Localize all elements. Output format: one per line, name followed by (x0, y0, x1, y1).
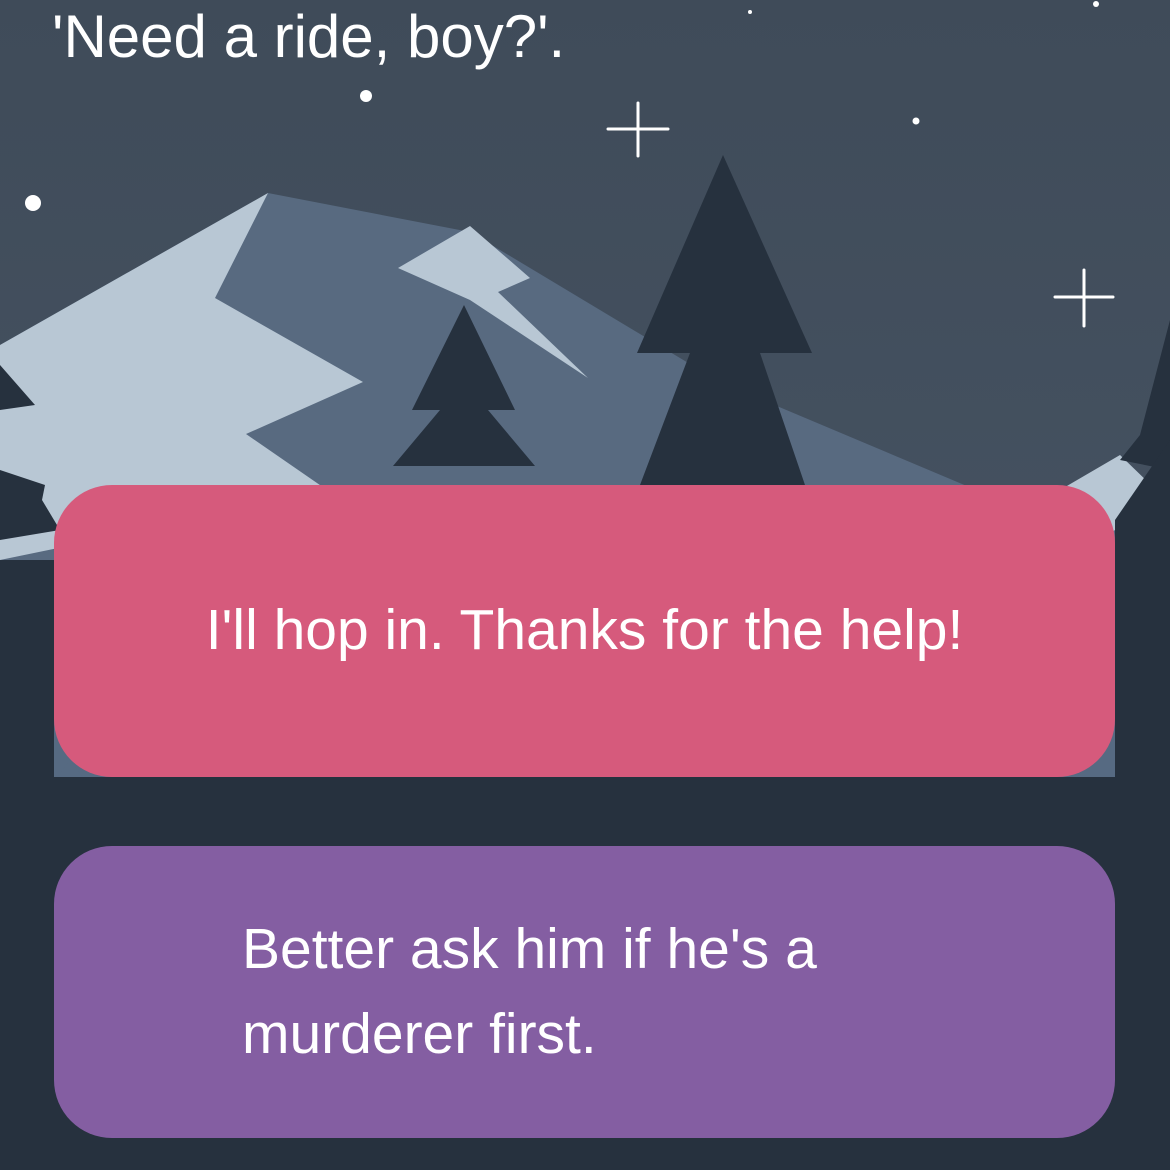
choice-button-ask-murderer[interactable]: Better ask him if he's a murderer first. (54, 846, 1115, 1138)
choice-button-hop-in[interactable]: I'll hop in. Thanks for the help! (54, 485, 1115, 777)
choice-label: I'll hop in. Thanks for the help! (205, 598, 964, 663)
star-icon (748, 10, 752, 14)
star-icon (25, 195, 41, 211)
star-icon (1093, 1, 1099, 7)
star-icon (912, 117, 920, 125)
star-icon (360, 90, 372, 102)
choice-label: Better ask him if he's a murderer first. (242, 916, 817, 1067)
game-scene: 'Need a ride, boy?'. I'll hop in. Thanks… (0, 0, 1170, 1170)
narration-text: 'Need a ride, boy?'. (52, 3, 566, 70)
